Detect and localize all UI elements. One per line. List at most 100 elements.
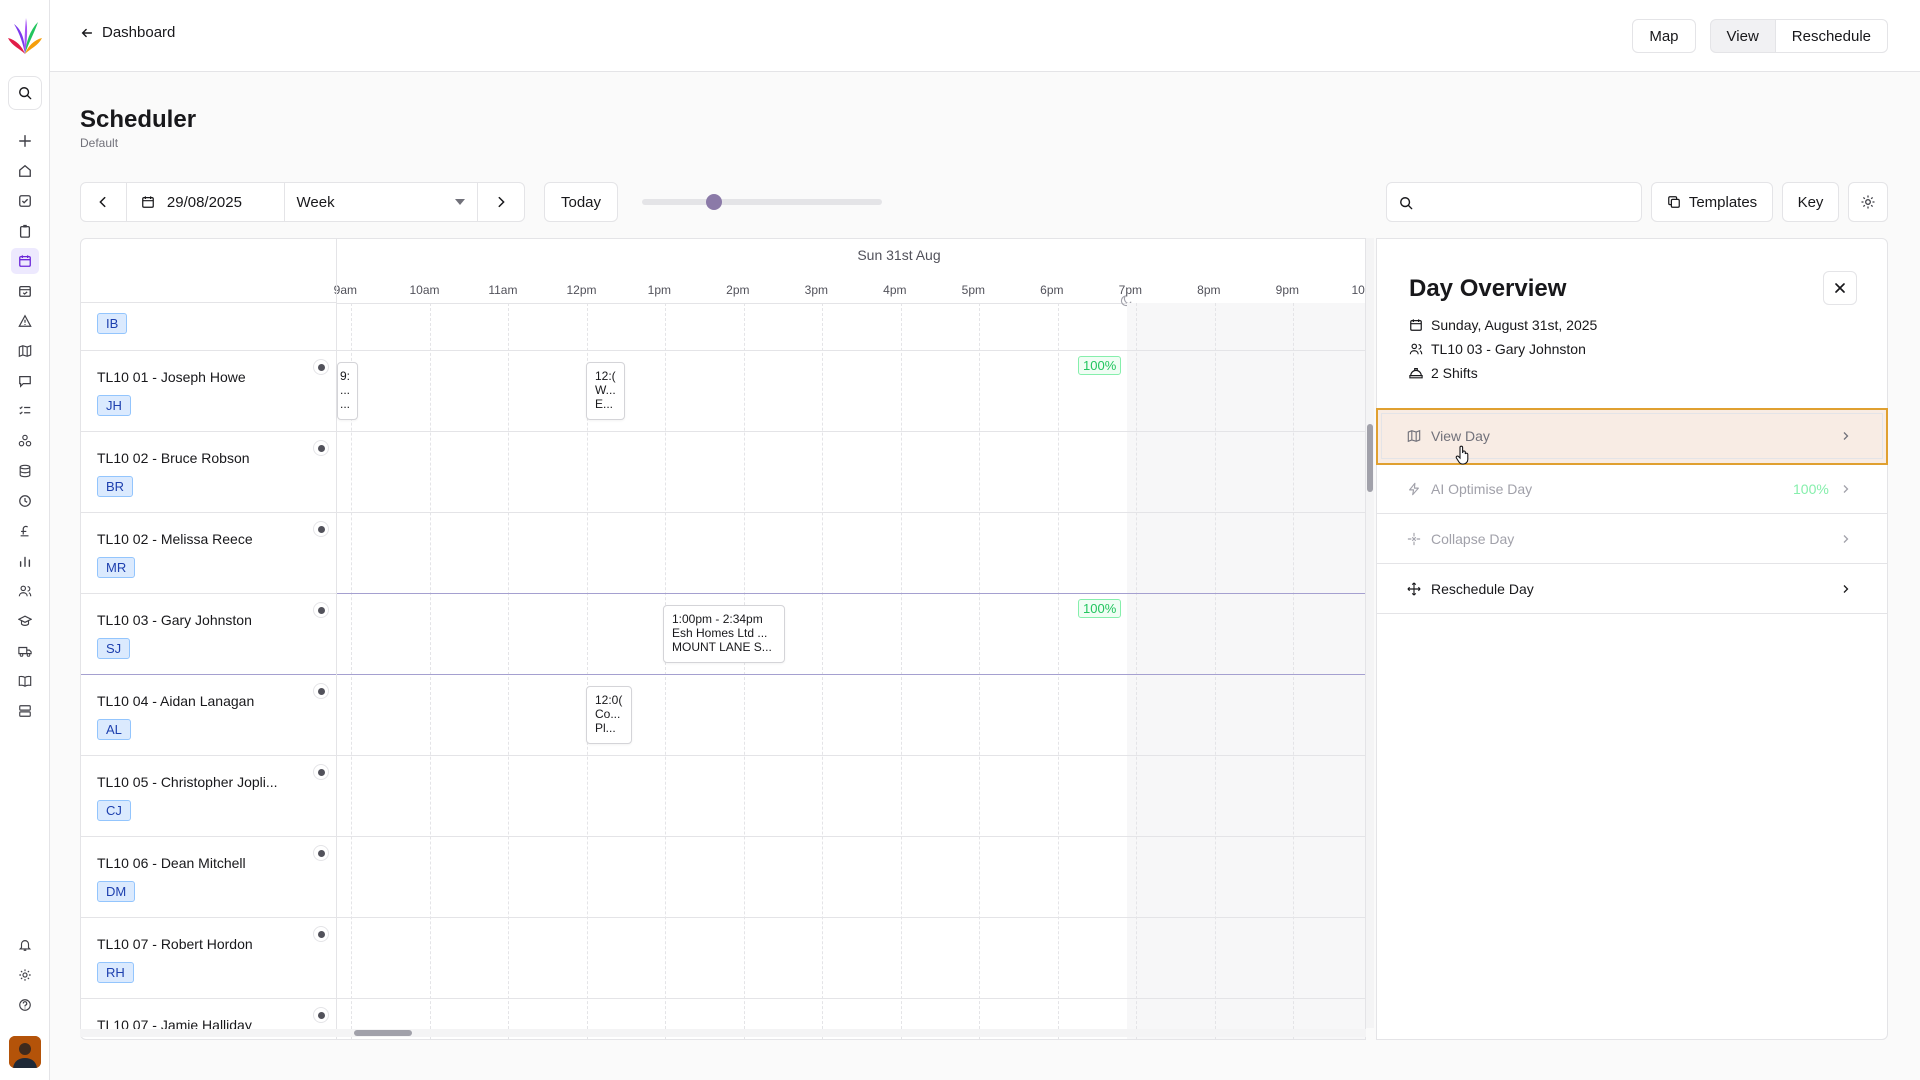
sidebar-item-help[interactable] (11, 992, 39, 1018)
sidebar-item-history[interactable] (11, 488, 39, 514)
hard-hat-icon (1409, 368, 1423, 379)
hour-label: 9pm (1275, 283, 1300, 297)
horizontal-scrollbar[interactable] (80, 1029, 1366, 1037)
book-icon (18, 675, 32, 687)
vertical-scroll-thumb[interactable] (1367, 424, 1373, 492)
hour-label: 12pm (566, 283, 597, 297)
chevron-right-icon (1843, 584, 1849, 593)
key-button[interactable]: Key (1782, 182, 1839, 222)
sidebar-item-notifications[interactable] (11, 932, 39, 958)
checkbox-icon (19, 195, 31, 207)
plus-icon (19, 135, 31, 147)
copy-icon (1667, 196, 1680, 208)
sidebar-item-scheduler[interactable] (11, 248, 39, 274)
sidebar-item-docs[interactable] (11, 668, 39, 694)
sidebar-item-settings[interactable] (11, 962, 39, 988)
page-title: Scheduler (80, 106, 197, 133)
vertical-scrollbar[interactable] (1366, 238, 1374, 1028)
user-avatar[interactable] (9, 1036, 41, 1068)
shift-card[interactable]: 12:0(Co... Pl... (586, 686, 632, 744)
sidebar-item-messages[interactable] (11, 368, 39, 394)
date-picker[interactable]: 29/08/2025 (127, 183, 285, 221)
map-icon (1407, 429, 1421, 443)
warning-icon (18, 314, 32, 327)
sidebar-item-reports[interactable] (11, 548, 39, 574)
hand-cursor-icon (1455, 445, 1469, 465)
utilisation-badge: 100% (1078, 599, 1122, 618)
clock-icon (19, 495, 31, 507)
scheduler-grid: Sun 31st Aug 9am 10am 11am 12pm 1pm 2pm 3pm 4pm… (80, 238, 1366, 1040)
hour-label: 10pm (1351, 283, 1365, 297)
zoom-slider-thumb[interactable] (706, 194, 722, 210)
search-input[interactable] (1423, 191, 1631, 213)
collapse-day-action[interactable]: Collapse Day (1377, 514, 1887, 564)
shift-card[interactable]: 9:...... (337, 362, 358, 420)
today-button[interactable]: Today (544, 182, 618, 222)
users-icon (18, 585, 32, 597)
sidebar-item-finance[interactable] (11, 518, 39, 544)
sidebar-item-network[interactable] (11, 428, 39, 454)
hour-label: 5pm (961, 283, 986, 297)
mode-buttons: Map View Reschedule (1632, 19, 1888, 53)
chevron-right-icon (498, 196, 505, 208)
panel-title: Day Overview (1409, 275, 1567, 302)
sidebar-item-clipboard[interactable] (11, 218, 39, 244)
sidebar-item-alerts[interactable] (11, 308, 39, 334)
sidebar-item-database[interactable] (11, 458, 39, 484)
sidebar-item-servers[interactable] (11, 698, 39, 724)
shift-card[interactable]: 1:00pm - 2:34pm Esh Homes Ltd ... MOUNT LA… (663, 605, 785, 663)
resource-column (81, 239, 337, 1039)
bar-chart-icon (19, 556, 31, 567)
horizontal-scroll-thumb[interactable] (354, 1030, 412, 1036)
sidebar-item-home[interactable] (11, 158, 39, 184)
reschedule-day-action[interactable]: Reschedule Day (1377, 564, 1887, 614)
collapse-icon (1407, 532, 1421, 545)
sidebar (0, 0, 50, 1080)
hour-label: 3pm (804, 283, 829, 297)
sidebar-item-users[interactable] (11, 578, 39, 604)
date-value: 29/08/2025 (166, 193, 242, 211)
map-button[interactable]: Map (1632, 19, 1696, 53)
range-select[interactable]: Week (285, 183, 479, 221)
sidebar-item-checklist[interactable] (11, 398, 39, 424)
back-to-dashboard-link[interactable]: Dashboard (80, 24, 175, 41)
brand-logo[interactable] (8, 16, 42, 56)
sidebar-item-add[interactable] (11, 128, 39, 154)
scheduler-settings-button[interactable] (1848, 182, 1888, 222)
search-field[interactable] (1386, 182, 1642, 222)
lightning-icon (1409, 482, 1419, 495)
calendar-check-icon (19, 285, 31, 297)
utilisation-badge: 100% (1078, 356, 1122, 375)
view-day-action[interactable]: View Day (1376, 408, 1888, 465)
calendar-icon (1410, 319, 1422, 331)
database-icon (19, 464, 31, 478)
ai-optimise-day-action[interactable]: AI Optimise Day 100% (1377, 464, 1887, 514)
zoom-slider[interactable] (642, 194, 882, 210)
arrow-left-icon (81, 28, 93, 37)
caret-down-icon (455, 199, 466, 205)
help-icon (19, 999, 31, 1011)
truck-icon (18, 646, 32, 657)
map-icon (18, 344, 32, 358)
reschedule-button[interactable]: Reschedule (1775, 19, 1888, 53)
sidebar-item-map[interactable] (11, 338, 39, 364)
sidebar-item-vehicles[interactable] (11, 638, 39, 664)
next-period-button[interactable] (478, 183, 524, 221)
sidebar-search-button[interactable] (8, 76, 42, 110)
sidebar-item-tasks[interactable] (11, 188, 39, 214)
home-icon (19, 164, 31, 177)
hour-label: 1pm (647, 283, 672, 297)
shift-card[interactable]: 12:(W... E... (586, 362, 625, 420)
move-icon (1407, 581, 1421, 596)
panel-shift-count: 2 Shifts (1409, 365, 1478, 381)
sidebar-item-calendar-check[interactable] (11, 278, 39, 304)
sidebar-item-training[interactable] (11, 608, 39, 634)
back-label: Dashboard (102, 24, 176, 41)
prev-period-button[interactable] (81, 183, 127, 221)
close-icon (1835, 283, 1845, 293)
templates-label: Templates (1688, 193, 1758, 211)
chevron-right-icon (1843, 534, 1849, 543)
templates-button[interactable]: Templates (1651, 182, 1773, 222)
close-panel-button[interactable] (1823, 271, 1857, 305)
view-button[interactable]: View (1709, 19, 1776, 53)
